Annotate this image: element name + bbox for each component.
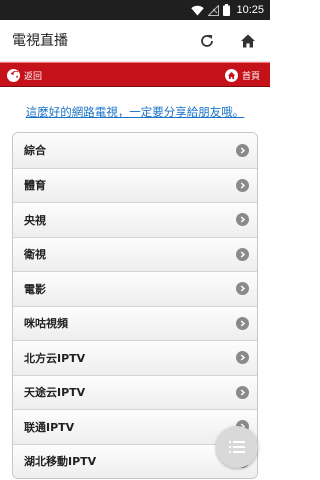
status-icons: [191, 4, 230, 16]
back-icon: [7, 68, 20, 82]
refresh-button[interactable]: [196, 30, 218, 52]
back-label: 返回: [24, 71, 43, 82]
chevron-right-icon: [236, 213, 249, 227]
home-small-icon: [224, 68, 238, 82]
nav-strip: 返回 首頁: [0, 62, 270, 87]
battery-icon: [223, 4, 230, 16]
signal-off-icon: [208, 4, 219, 16]
channel-list: 綜合 體育 央視 衛視 電影 咪咕視頻 北方云IPTV 天途云IPTV 联通IP…: [12, 132, 258, 479]
share-link[interactable]: 這麼好的網路電視，一定要分享給朋友哦。: [0, 103, 270, 121]
chevron-right-icon: [236, 351, 249, 365]
home-button[interactable]: [237, 30, 259, 52]
channel-item[interactable]: 衛視: [13, 236, 257, 271]
channel-label: 衛視: [24, 248, 46, 262]
channel-item[interactable]: 電影: [13, 271, 257, 306]
chevron-right-icon: [236, 143, 249, 157]
chevron-right-icon: [236, 316, 249, 330]
channel-label: 北方云IPTV: [24, 351, 86, 365]
app-bar: 電視直播: [0, 20, 270, 62]
channel-label: 天途云IPTV: [24, 386, 86, 400]
back-button[interactable]: 返回: [7, 66, 42, 84]
channel-label: 央視: [24, 213, 46, 227]
channel-label: 咪咕視頻: [24, 317, 68, 331]
chevron-right-icon: [236, 282, 249, 296]
channel-label: 體育: [24, 179, 46, 193]
channel-item[interactable]: 體育: [13, 167, 257, 202]
channel-label: 綜合: [24, 144, 46, 158]
channel-label: 電影: [24, 282, 46, 296]
chevron-right-icon: [236, 247, 249, 261]
page-title: 電視直播: [12, 33, 68, 49]
channel-item[interactable]: 央視: [13, 202, 257, 237]
list-icon: [229, 441, 245, 453]
channel-item[interactable]: 咪咕視頻: [13, 305, 257, 340]
homepage-button[interactable]: 首頁: [224, 66, 260, 84]
list-menu-button[interactable]: [216, 426, 258, 468]
status-time: 10:25: [236, 4, 264, 16]
chevron-right-icon: [236, 178, 249, 192]
homepage-label: 首頁: [241, 71, 260, 82]
chevron-right-icon: [236, 385, 249, 399]
home-icon: [241, 34, 255, 48]
channel-label: 湖北移動IPTV: [24, 455, 97, 469]
status-bar: 10:25: [0, 0, 270, 20]
refresh-icon: [201, 34, 213, 47]
channel-item[interactable]: 天途云IPTV: [13, 374, 257, 409]
wifi-icon: [191, 5, 204, 15]
channel-item[interactable]: 綜合: [13, 133, 257, 168]
channel-item[interactable]: 北方云IPTV: [13, 340, 257, 375]
channel-label: 联通IPTV: [24, 420, 75, 434]
